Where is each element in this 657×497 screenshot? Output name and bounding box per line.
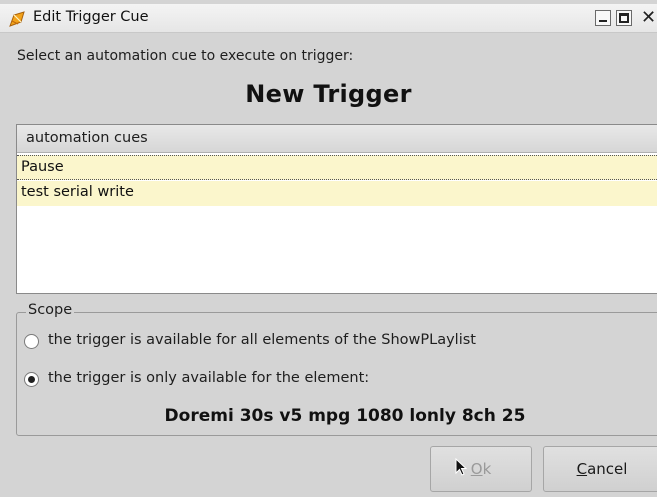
title-bar[interactable]: Edit Trigger Cue ✕ bbox=[0, 4, 657, 33]
ok-button[interactable]: Ok bbox=[430, 446, 532, 492]
window-title: Edit Trigger Cue bbox=[33, 9, 149, 25]
list-item[interactable]: Pause bbox=[17, 155, 657, 180]
edit-trigger-cue-dialog: Edit Trigger Cue ✕ Select an automation … bbox=[0, 0, 657, 497]
list-column-header[interactable]: automation cues bbox=[17, 125, 657, 153]
maximize-icon[interactable] bbox=[616, 10, 632, 26]
scope-group-label: Scope bbox=[26, 302, 75, 318]
column-header-label: automation cues bbox=[26, 130, 148, 146]
scope-element-radio[interactable] bbox=[24, 372, 39, 387]
scope-all-label[interactable]: the trigger is available for all element… bbox=[48, 332, 476, 348]
cancel-mnemonic: C bbox=[576, 460, 588, 478]
list-item-label: test serial write bbox=[21, 184, 134, 200]
instruction-text: Select an automation cue to execute on t… bbox=[17, 48, 354, 64]
selected-element-name: Doremi 30s v5 mpg 1080 lonly 8ch 25 bbox=[164, 406, 526, 426]
cancel-button[interactable]: Cancel bbox=[543, 446, 657, 492]
trigger-heading: New Trigger bbox=[245, 80, 412, 108]
ok-label-rest: k bbox=[482, 460, 492, 478]
list-item[interactable]: test serial write bbox=[17, 181, 657, 206]
cancel-label-rest: ancel bbox=[587, 460, 628, 478]
mouse-pointer-icon bbox=[455, 457, 468, 476]
list-item-label: Pause bbox=[21, 159, 64, 175]
close-icon[interactable]: ✕ bbox=[641, 8, 656, 28]
app-icon bbox=[8, 10, 26, 28]
scope-element-label[interactable]: the trigger is only available for the el… bbox=[48, 370, 369, 386]
automation-cue-list[interactable]: automation cues Pause test serial write bbox=[16, 124, 657, 294]
scope-all-radio[interactable] bbox=[24, 334, 39, 349]
ok-mnemonic: O bbox=[470, 460, 483, 478]
minimize-icon[interactable] bbox=[595, 10, 611, 26]
